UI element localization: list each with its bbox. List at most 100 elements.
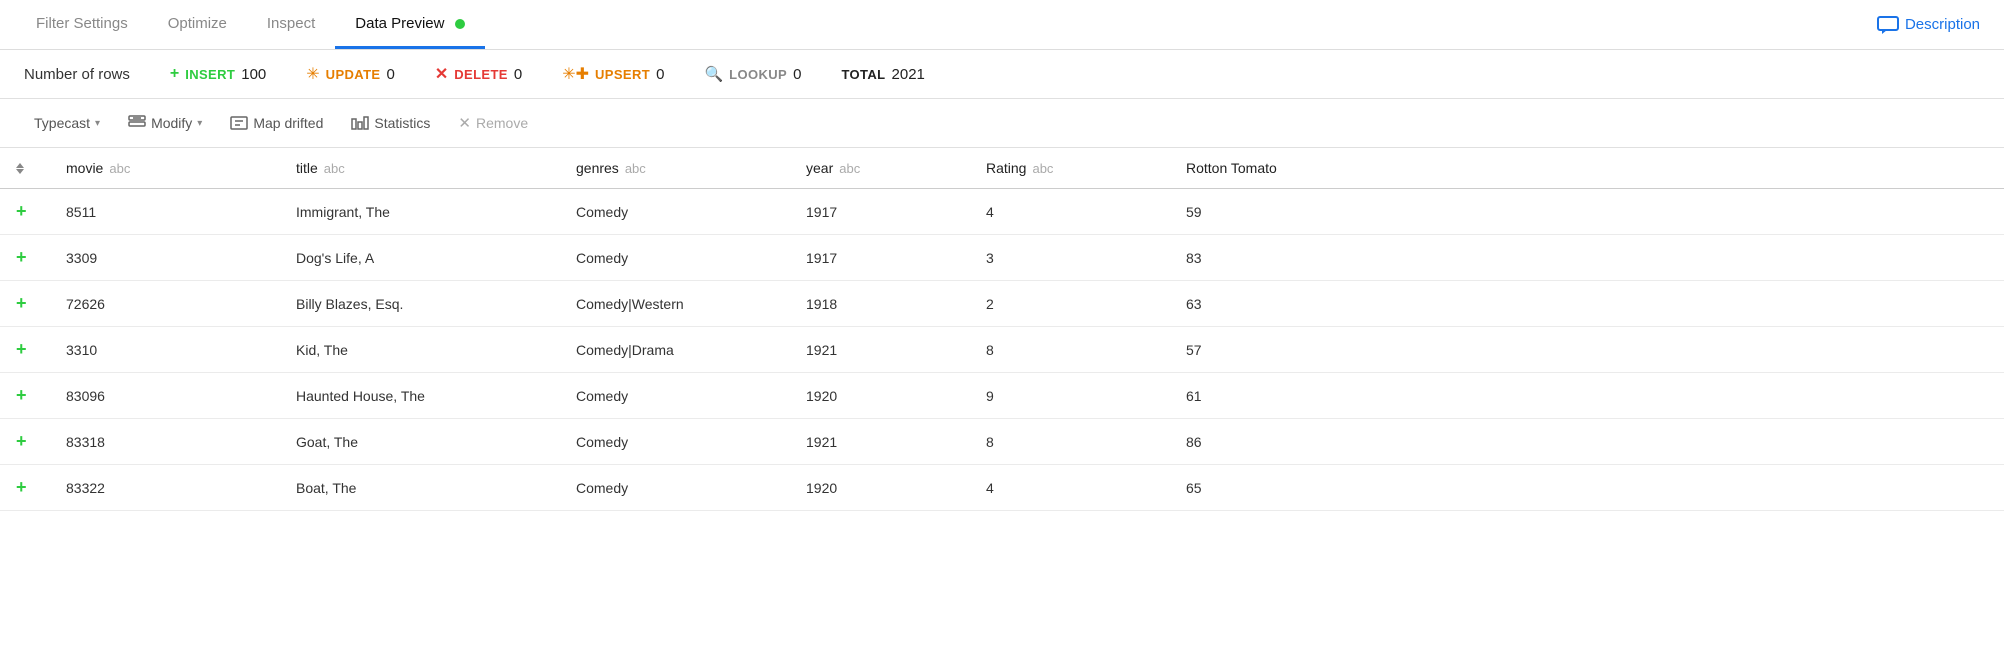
cell-year: 1920 xyxy=(790,465,970,511)
cell-genres: Comedy xyxy=(560,373,790,419)
cell-title: Haunted House, The xyxy=(280,373,560,419)
modify-label: Modify xyxy=(151,115,192,131)
cell-movie: 8511 xyxy=(50,189,280,235)
data-table-container[interactable]: movie abc title abc genres abc xyxy=(0,148,2004,643)
cell-rating: 2 xyxy=(970,281,1170,327)
table-row[interactable]: +83096Haunted House, TheComedy1920961 xyxy=(0,373,2004,419)
col-header-genres[interactable]: genres abc xyxy=(560,148,790,189)
description-label: Description xyxy=(1905,16,1980,33)
cell-tomato: 61 xyxy=(1170,373,2004,419)
table-row[interactable]: +3309Dog's Life, AComedy1917383 xyxy=(0,235,2004,281)
chat-icon xyxy=(1877,16,1899,34)
cell-rating: 4 xyxy=(970,189,1170,235)
table-body: +8511Immigrant, TheComedy1917459+3309Dog… xyxy=(0,189,2004,511)
col-header-tomato[interactable]: Rotton Tomato xyxy=(1170,148,2004,189)
cell-title: Boat, The xyxy=(280,465,560,511)
cell-genres: Comedy xyxy=(560,235,790,281)
modify-chevron-icon: ▾ xyxy=(197,118,202,129)
table-row[interactable]: +72626Billy Blazes, Esq.Comedy|Western19… xyxy=(0,281,2004,327)
map-drifted-icon xyxy=(230,115,248,131)
cell-tomato: 57 xyxy=(1170,327,2004,373)
cell-movie: 83318 xyxy=(50,419,280,465)
cell-movie: 83096 xyxy=(50,373,280,419)
delete-label: DELETE xyxy=(454,67,508,82)
row-insert-marker: + xyxy=(0,281,50,327)
delete-summary: ✕ DELETE 0 xyxy=(435,64,522,84)
cell-rating: 4 xyxy=(970,465,1170,511)
total-summary: TOTAL 2021 xyxy=(841,66,924,83)
col-header-year[interactable]: year abc xyxy=(790,148,970,189)
delete-count: 0 xyxy=(514,66,522,83)
cell-movie: 3309 xyxy=(50,235,280,281)
cell-year: 1917 xyxy=(790,235,970,281)
tab-data-preview[interactable]: Data Preview xyxy=(335,1,484,49)
cell-movie: 72626 xyxy=(50,281,280,327)
number-of-rows-label: Number of rows xyxy=(24,66,130,83)
cell-genres: Comedy xyxy=(560,465,790,511)
data-table: movie abc title abc genres abc xyxy=(0,148,2004,511)
cell-tomato: 65 xyxy=(1170,465,2004,511)
cell-year: 1921 xyxy=(790,419,970,465)
cell-rating: 8 xyxy=(970,327,1170,373)
description-button[interactable]: Description xyxy=(1877,16,1980,34)
insert-summary: + INSERT 100 xyxy=(170,65,266,83)
total-count: 2021 xyxy=(892,66,925,83)
summary-bar: Number of rows + INSERT 100 ✳ UPDATE 0 ✕… xyxy=(0,50,2004,99)
typecast-button[interactable]: Typecast ▾ xyxy=(24,110,110,136)
total-label: TOTAL xyxy=(841,67,885,82)
statistics-button[interactable]: Statistics xyxy=(341,110,440,136)
sort-icon-marker[interactable] xyxy=(16,163,24,174)
col-header-movie[interactable]: movie abc xyxy=(50,148,280,189)
cell-genres: Comedy|Drama xyxy=(560,327,790,373)
insert-count: 100 xyxy=(241,66,266,83)
statistics-label: Statistics xyxy=(374,115,430,131)
remove-button[interactable]: ✕ Remove xyxy=(448,109,538,137)
modify-button[interactable]: Modify ▾ xyxy=(118,110,212,136)
cell-title: Billy Blazes, Esq. xyxy=(280,281,560,327)
map-drifted-button[interactable]: Map drifted xyxy=(220,110,333,136)
cell-genres: Comedy|Western xyxy=(560,281,790,327)
top-nav: Filter Settings Optimize Inspect Data Pr… xyxy=(0,0,2004,50)
upsert-count: 0 xyxy=(656,66,664,83)
delete-icon: ✕ xyxy=(435,64,448,84)
cell-rating: 3 xyxy=(970,235,1170,281)
cell-tomato: 86 xyxy=(1170,419,2004,465)
cell-movie: 3310 xyxy=(50,327,280,373)
tab-filter-settings[interactable]: Filter Settings xyxy=(16,1,148,49)
table-row[interactable]: +3310Kid, TheComedy|Drama1921857 xyxy=(0,327,2004,373)
map-drifted-label: Map drifted xyxy=(253,115,323,131)
cell-tomato: 83 xyxy=(1170,235,2004,281)
col-header-rating[interactable]: Rating abc xyxy=(970,148,1170,189)
cell-genres: Comedy xyxy=(560,189,790,235)
cell-rating: 8 xyxy=(970,419,1170,465)
row-insert-marker: + xyxy=(0,189,50,235)
table-row[interactable]: +8511Immigrant, TheComedy1917459 xyxy=(0,189,2004,235)
row-insert-marker: + xyxy=(0,465,50,511)
cell-tomato: 59 xyxy=(1170,189,2004,235)
tab-inspect[interactable]: Inspect xyxy=(247,1,335,49)
cell-year: 1917 xyxy=(790,189,970,235)
update-summary: ✳ UPDATE 0 xyxy=(306,64,395,84)
insert-label: INSERT xyxy=(185,67,235,82)
cell-tomato: 63 xyxy=(1170,281,2004,327)
upsert-icon: ✳✚ xyxy=(562,64,589,84)
cell-rating: 9 xyxy=(970,373,1170,419)
remove-label: Remove xyxy=(476,115,528,131)
lookup-summary: 🔍 LOOKUP 0 xyxy=(704,65,801,83)
table-row[interactable]: +83318Goat, TheComedy1921886 xyxy=(0,419,2004,465)
modify-icon xyxy=(128,115,146,131)
col-header-title[interactable]: title abc xyxy=(280,148,560,189)
table-row[interactable]: +83322Boat, TheComedy1920465 xyxy=(0,465,2004,511)
cell-movie: 83322 xyxy=(50,465,280,511)
cell-title: Goat, The xyxy=(280,419,560,465)
toolbar: Typecast ▾ Modify ▾ Map drifted Statisti… xyxy=(0,99,2004,148)
tab-optimize[interactable]: Optimize xyxy=(148,1,247,49)
row-insert-marker: + xyxy=(0,373,50,419)
cell-year: 1920 xyxy=(790,373,970,419)
update-count: 0 xyxy=(387,66,395,83)
typecast-chevron-icon: ▾ xyxy=(95,118,100,129)
lookup-count: 0 xyxy=(793,66,801,83)
lookup-label: LOOKUP xyxy=(729,67,787,82)
col-header-marker[interactable] xyxy=(0,148,50,189)
cell-title: Kid, The xyxy=(280,327,560,373)
